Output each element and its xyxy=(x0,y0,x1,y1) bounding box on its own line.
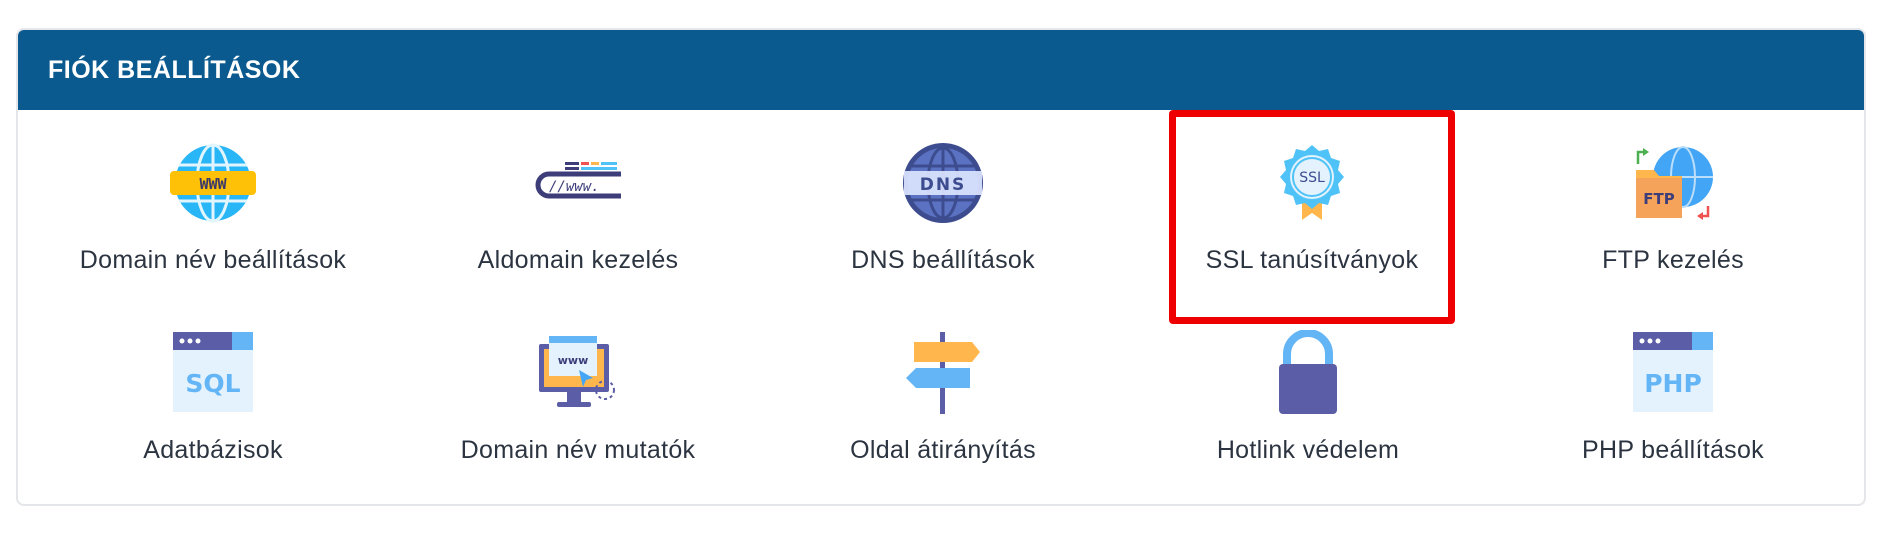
panel-header: FIÓK BEÁLLÍTÁSOK xyxy=(18,30,1864,110)
sql-window-icon: SQL xyxy=(170,330,256,416)
ssl-badge-icon: SSL xyxy=(1269,140,1355,226)
tile-domain-settings[interactable]: WWW Domain név beállítások xyxy=(30,110,396,300)
tile-label: DNS beállítások xyxy=(851,246,1035,274)
tile-label: Oldal átirányítás xyxy=(850,436,1036,464)
padlock-icon xyxy=(1265,330,1351,416)
tile-label: PHP beállítások xyxy=(1582,436,1764,464)
dns-globe-icon: DNS xyxy=(900,140,986,226)
tile-domain-pointers[interactable]: www Domain név mutatók xyxy=(395,300,761,490)
tile-label: Domain név mutatók xyxy=(460,436,696,464)
tile-ssl-certificates[interactable]: SSL SSL tanúsítványok xyxy=(1169,110,1455,324)
account-settings-panel: FIÓK BEÁLLÍTÁSOK WWW Domain név beállítá… xyxy=(16,28,1866,506)
tile-dns-settings[interactable]: DNS DNS beállítások xyxy=(760,110,1126,300)
tile-hotlink-protection[interactable]: Hotlink védelem xyxy=(1125,300,1491,490)
tile-label: Aldomain kezelés xyxy=(477,246,679,274)
tile-label: Hotlink védelem xyxy=(1216,436,1400,464)
panel-title: FIÓK BEÁLLÍTÁSOK xyxy=(48,55,301,84)
svg-text:www: www xyxy=(558,354,589,367)
svg-text:FTP: FTP xyxy=(1643,190,1674,208)
monitor-www-icon: www xyxy=(535,330,621,416)
tile-subdomain-management[interactable]: //www. Aldomain kezelés xyxy=(395,110,761,300)
tile-php-settings[interactable]: PHP PHP beállítások xyxy=(1490,300,1856,490)
php-window-icon: PHP xyxy=(1630,330,1716,416)
tile-databases[interactable]: SQL Adatbázisok xyxy=(30,300,396,490)
ftp-folder-icon: FTP xyxy=(1630,140,1716,226)
svg-text:DNS: DNS xyxy=(920,175,967,195)
tile-label: Adatbázisok xyxy=(143,436,283,464)
svg-text://www.: //www. xyxy=(549,179,600,195)
signpost-icon xyxy=(900,330,986,416)
tile-ftp-management[interactable]: FTP FTP kezelés xyxy=(1490,110,1856,300)
www-globe-icon: WWW xyxy=(170,140,256,226)
url-bar-icon: //www. xyxy=(535,140,621,226)
svg-text:SSL: SSL xyxy=(1299,170,1325,186)
tile-label: SSL tanúsítványok xyxy=(1205,246,1419,274)
settings-grid: WWW Domain név beállítások //www. Aldoma… xyxy=(18,110,1864,504)
svg-text:SQL: SQL xyxy=(185,369,240,398)
tile-label: Domain név beállítások xyxy=(79,246,347,274)
svg-text:PHP: PHP xyxy=(1644,369,1702,398)
tile-label: FTP kezelés xyxy=(1602,246,1744,274)
tile-page-redirect[interactable]: Oldal átirányítás xyxy=(760,300,1126,490)
svg-text:WWW: WWW xyxy=(199,175,227,193)
